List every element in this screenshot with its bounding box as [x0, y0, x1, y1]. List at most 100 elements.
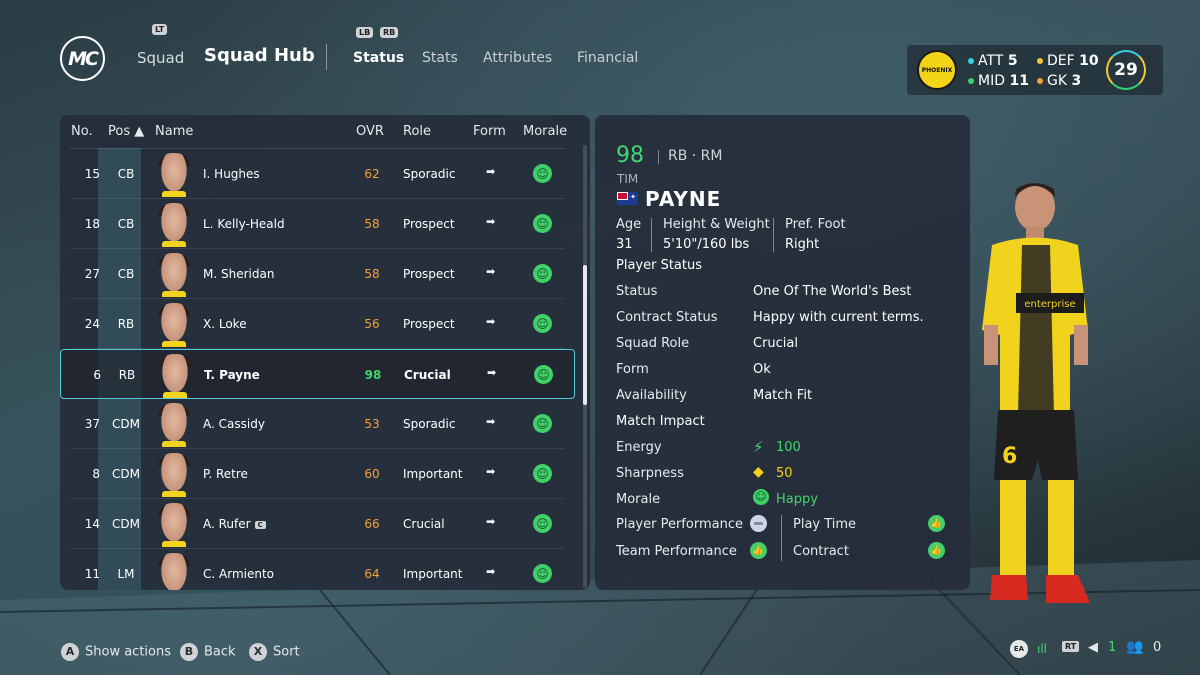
squad-size-ring: 29	[1106, 50, 1146, 90]
pref-foot-value: Right	[785, 237, 820, 252]
player-role: Crucial	[403, 517, 445, 531]
player-status-heading: Player Status	[616, 258, 703, 273]
player-name-cell: X. Loke	[203, 317, 247, 331]
player-ovr: 64	[364, 567, 380, 581]
form-arrow-icon: ➡	[487, 366, 497, 379]
player-ovr: 53	[364, 417, 380, 431]
impact-divider	[781, 515, 782, 561]
header-form[interactable]: Form	[473, 124, 506, 139]
pref-foot-label: Pref. Foot	[785, 217, 846, 232]
form-value: Ok	[753, 362, 771, 377]
header-pos[interactable]: Pos ▲	[108, 124, 144, 139]
player-name: C. Armiento	[203, 567, 274, 581]
sponsor-text: enterprise	[1024, 299, 1075, 310]
table-row[interactable]: 11 LM C. Armiento 64 Important ➡ ☺	[70, 549, 565, 590]
form-arrow-icon: ➡	[486, 315, 496, 328]
player-role: Prospect	[403, 267, 455, 281]
def-value: 10	[1079, 53, 1099, 69]
player-ovr: 56	[364, 317, 380, 331]
player-role: Important	[403, 467, 463, 481]
player-position: CDM	[112, 467, 140, 481]
player-number: 14	[84, 517, 100, 531]
tab-status[interactable]: Status	[353, 50, 404, 66]
header-no[interactable]: No.	[71, 124, 93, 139]
table-row[interactable]: 37 CDM A. Cassidy 53 Sporadic ➡ ☺	[70, 399, 565, 449]
player-name-cell: A. Rufer C	[203, 517, 266, 531]
player-ovr: 60	[364, 467, 380, 481]
energy-label: Energy	[616, 440, 662, 455]
player-portrait	[158, 153, 190, 197]
back-hint[interactable]: B Back	[180, 643, 236, 661]
form-label: Form	[616, 362, 649, 377]
table-row[interactable]: 27 CB M. Sheridan 58 Prospect ➡ ☺	[70, 249, 565, 299]
b-button-icon: B	[180, 643, 198, 661]
player-number: 15	[84, 167, 100, 181]
player-position: LM	[117, 567, 135, 581]
table-row[interactable]: 6 RB T. Payne 98 Crucial ➡ ☺	[60, 349, 575, 399]
table-row[interactable]: 14 CDM A. Rufer C 66 Crucial ➡ ☺	[70, 499, 565, 549]
tab-attributes[interactable]: Attributes	[483, 50, 552, 66]
club-crest-icon: PHOENIX	[917, 50, 957, 90]
player-position: CB	[117, 167, 135, 181]
player-ovr: 58	[364, 267, 380, 281]
header-role[interactable]: Role	[403, 124, 431, 139]
player-name-cell: A. Cassidy	[203, 417, 265, 431]
player-name: A. Cassidy	[203, 417, 265, 431]
scrollbar-thumb[interactable]	[583, 265, 587, 405]
player-position: CDM	[112, 517, 140, 531]
player-role: Prospect	[403, 217, 455, 231]
att-value: 5	[1007, 53, 1018, 69]
captain-badge: C	[254, 520, 266, 529]
att-dot-icon	[968, 58, 974, 64]
player-role: Sporadic	[403, 167, 456, 181]
friends-count: 1	[1108, 640, 1117, 655]
player-rating: 98	[616, 143, 644, 168]
player-first-name: TIM	[617, 172, 639, 186]
shorts-number: 6	[1002, 444, 1017, 469]
morale-happy-icon: ☺	[533, 514, 552, 533]
list-scrollbar[interactable]	[583, 145, 587, 588]
nav-squad[interactable]: Squad	[137, 49, 184, 67]
player-portrait	[158, 553, 190, 590]
sharpness-value: 50	[776, 466, 793, 481]
player-name-cell: T. Payne	[204, 368, 260, 382]
thumbs-up-icon: 👍	[750, 542, 767, 559]
sort-hint[interactable]: X Sort	[249, 643, 300, 661]
lt-trigger-icon: LT	[152, 24, 168, 35]
availability-label: Availability	[616, 388, 687, 403]
show-actions-hint[interactable]: A Show actions	[61, 643, 171, 661]
tab-stats[interactable]: Stats	[422, 50, 458, 66]
morale-happy-icon: ☺	[533, 164, 552, 183]
table-row[interactable]: 24 RB X. Loke 56 Prospect ➡ ☺	[70, 299, 565, 349]
age-value: 31	[616, 237, 633, 252]
table-row[interactable]: 18 CB L. Kelly-Heald 58 Prospect ➡ ☺	[70, 199, 565, 249]
energy-bolt-icon: ⚡	[753, 438, 764, 456]
player-portrait	[158, 403, 190, 447]
tab-financial[interactable]: Financial	[577, 50, 638, 66]
rating-divider	[658, 150, 659, 164]
page-title: Squad Hub	[204, 45, 315, 66]
rt-trigger-icon: RT	[1062, 641, 1080, 652]
lb-bumper-icon: LB	[356, 27, 374, 38]
squad-role-label: Squad Role	[616, 336, 690, 351]
player-number: 6	[93, 368, 101, 382]
contract-status-value: Happy with current terms.	[753, 310, 924, 325]
player-name-cell: I. Hughes	[203, 167, 260, 181]
manager-career-logo: MC	[60, 36, 105, 81]
header-name[interactable]: Name	[155, 124, 193, 139]
player-number: 18	[84, 217, 100, 231]
player-name-cell: M. Sheridan	[203, 267, 274, 281]
table-row[interactable]: 8 CDM P. Retre 60 Important ➡ ☺	[70, 449, 565, 499]
a-button-icon: A	[61, 643, 79, 661]
player-name: P. Retre	[203, 467, 248, 481]
party-count: 0	[1153, 640, 1162, 655]
table-row[interactable]: 15 CB I. Hughes 62 Sporadic ➡ ☺	[70, 149, 565, 199]
player-number: 8	[92, 467, 100, 481]
player-number: 37	[84, 417, 100, 431]
header-ovr[interactable]: OVR	[356, 124, 384, 139]
gk-dot-icon	[1037, 78, 1043, 84]
player-position: CB	[117, 267, 135, 281]
mid-dot-icon	[968, 78, 974, 84]
header-morale[interactable]: Morale	[523, 124, 567, 139]
att-label: ATT	[978, 53, 1004, 69]
